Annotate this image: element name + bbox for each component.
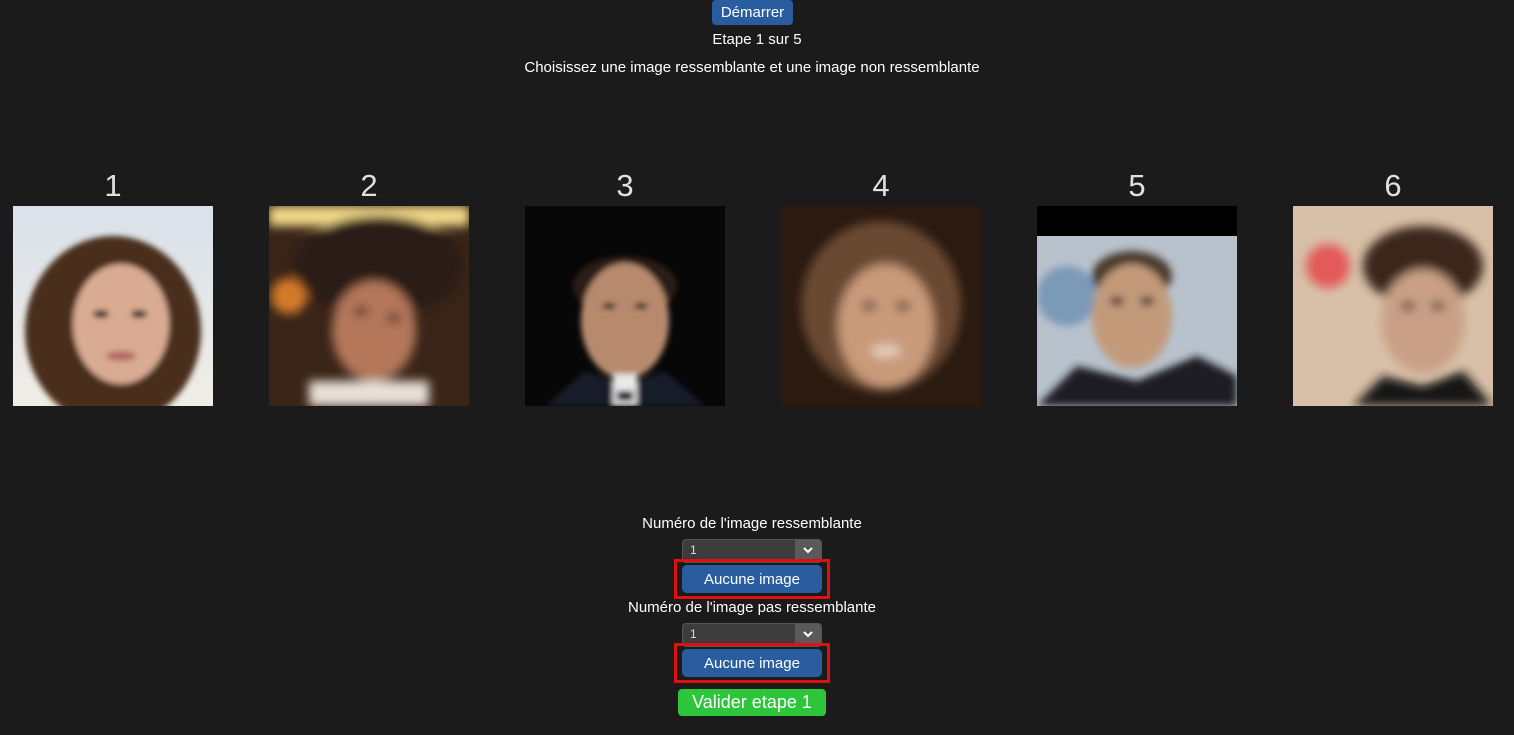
gallery-item-4: 4 xyxy=(781,168,981,406)
gallery-item-1: 1 xyxy=(13,168,213,406)
face-image-3[interactable] xyxy=(525,206,725,406)
gallery-item-5: 5 xyxy=(1037,168,1237,406)
dissimilar-select-value: 1 xyxy=(690,627,697,641)
face-image-1[interactable] xyxy=(13,206,213,406)
instruction-text: Choisissez une image ressemblante et une… xyxy=(524,59,980,76)
gallery-number: 4 xyxy=(872,168,890,203)
dissimilar-image-label: Numéro de l'image pas ressemblante xyxy=(628,599,876,616)
face-image-4[interactable] xyxy=(781,206,981,406)
gallery-number: 1 xyxy=(104,168,122,203)
similar-no-image-button[interactable]: Aucune image xyxy=(682,565,822,593)
gallery-item-6: 6 xyxy=(1293,168,1493,406)
face-image-2[interactable] xyxy=(269,206,469,406)
gallery-number: 6 xyxy=(1384,168,1402,203)
page: Démarrer Etape 1 sur 5 Choisissez une im… xyxy=(0,0,1514,735)
step-indicator: Etape 1 sur 5 xyxy=(712,31,802,48)
validate-step-button[interactable]: Valider etape 1 xyxy=(678,689,826,716)
start-button[interactable]: Démarrer xyxy=(712,0,793,25)
gallery-number: 5 xyxy=(1128,168,1146,203)
similar-image-label: Numéro de l'image ressemblante xyxy=(642,515,862,532)
dissimilar-no-image-button[interactable]: Aucune image xyxy=(682,649,822,677)
face-image-6[interactable] xyxy=(1293,206,1493,406)
gallery-number: 2 xyxy=(360,168,378,203)
face-image-5[interactable] xyxy=(1037,206,1237,406)
gallery-number: 3 xyxy=(616,168,634,203)
gallery-item-3: 3 xyxy=(525,168,725,406)
gallery-item-2: 2 xyxy=(269,168,469,406)
similar-select-value: 1 xyxy=(690,543,697,557)
